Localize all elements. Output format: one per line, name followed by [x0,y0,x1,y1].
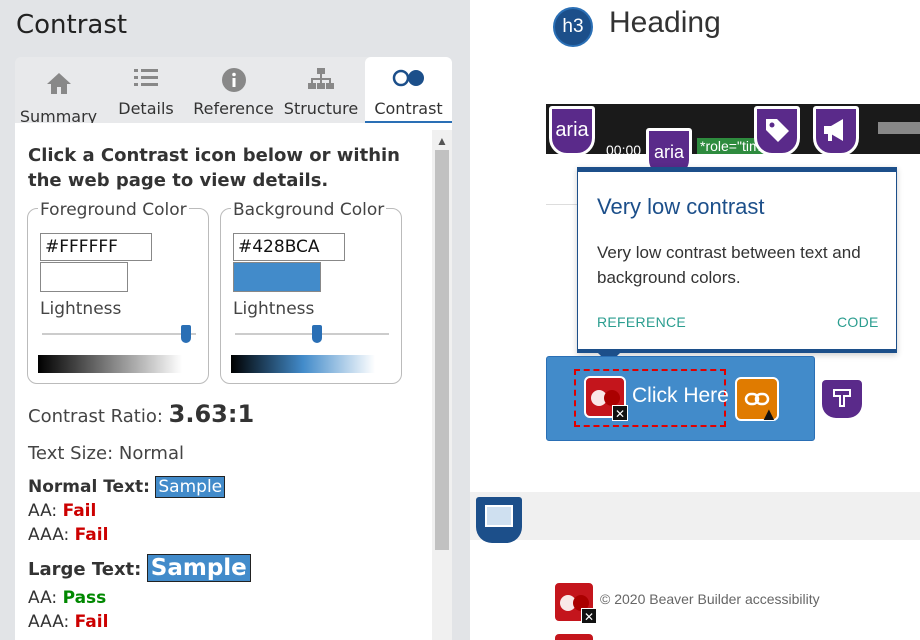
megaphone-badge-icon[interactable] [813,106,859,156]
copyright-text: © 2020 Beaver Builder accessibility [600,591,820,607]
background-swatch [233,262,321,292]
tab-label: Contrast [374,99,443,118]
tab-structure[interactable]: Structure [277,57,365,123]
text-size-label: Text Size: [28,443,114,464]
scroll-thumb[interactable] [435,150,449,550]
region-landmark-icon[interactable] [476,497,522,543]
accessibility-panel: Contrast Summary Details Reference Struc… [0,0,470,640]
contrast-error-icon[interactable] [553,632,595,640]
close-icon: ✕ [581,608,597,624]
text-size: Text Size: Normal [28,443,184,464]
aaa-label: AAA: [28,612,70,632]
large-aaa-result: Fail [74,612,109,632]
close-icon: ✕ [612,405,628,421]
landmark-inner [485,505,513,527]
foreground-swatch [40,262,128,292]
foreground-lightness-label: Lightness [40,299,122,319]
normal-aaa-row: AAA: Fail [28,525,108,545]
contrast-dot [604,390,620,406]
contrast-ratio: Contrast Ratio: 3.63:1 [28,400,254,428]
tooltip-body: Very low contrast between text and backg… [597,243,861,287]
aa-label: AA: [28,501,58,521]
tab-summary[interactable]: Summary [15,57,102,126]
foreground-color-box: Foreground Color #FFFFFF Lightness [27,200,209,384]
contrast-icon [392,69,426,91]
background-legend: Background Color [231,200,387,220]
foreground-lightness-gradient [38,355,182,373]
tag-badge-icon[interactable] [754,106,800,156]
scroll-up-arrow-icon[interactable]: ▲ [432,130,452,150]
contrast-ratio-value: 3.63:1 [168,400,255,428]
foreground-lightness-thumb[interactable] [181,325,191,343]
tab-details[interactable]: Details [102,57,190,123]
normal-aa-row: AA: Fail [28,501,96,521]
tooltip-title: Very low contrast [597,194,765,219]
large-text-row: Large Text: Sample [28,554,251,582]
warning-icon: ▲ [760,404,778,424]
tab-bar: Summary Details Reference Structure Cont… [15,57,452,126]
region-badge-icon[interactable] [822,380,862,418]
normal-text-row: Normal Text: Sample [28,476,226,498]
background-hex-input[interactable]: #428BCA [233,233,345,261]
tab-label: Structure [283,99,359,118]
aaa-label: AAA: [28,525,70,545]
page-heading: Heading [609,6,721,39]
normal-aaa-result: Fail [74,525,109,545]
normal-aa-result: Fail [62,501,97,521]
normal-text-label: Normal Text: [28,477,150,497]
contrast-instructions: Click a Contrast icon below or within th… [28,145,400,191]
large-aa-result: Pass [62,588,107,608]
large-aaa-row: AAA: Fail [28,612,108,632]
background-color-box: Background Color #428BCA Lightness [220,200,402,384]
background-lightness-gradient [231,355,375,373]
tooltip-code-link[interactable]: CODE [837,314,879,330]
info-icon [221,67,247,97]
media-time: 00:00 [606,142,642,158]
aa-label: AA: [28,588,58,608]
home-icon [46,71,72,99]
foreground-legend: Foreground Color [38,200,189,220]
large-aa-row: AA: Pass [28,588,106,608]
contrast-ratio-label: Contrast Ratio: [28,406,163,427]
foreground-hex-input[interactable]: #FFFFFF [40,233,152,261]
tab-label: Reference [193,99,274,118]
progress-bar [878,122,920,134]
foreground-lightness-track[interactable] [42,333,196,335]
footer-band [470,492,920,540]
tab-label: Details [118,99,174,118]
contrast-tooltip: Very low contrast Very low contrast betw… [577,167,897,353]
background-lightness-thumb[interactable] [312,325,322,343]
panel-title: Contrast [16,10,128,40]
tooltip-reference-link[interactable]: REFERENCE [597,314,686,330]
text-size-value: Normal [118,443,185,464]
background-lightness-label: Lightness [233,299,315,319]
divider [546,204,578,205]
normal-text-sample: Sample [155,476,226,498]
tab-reference[interactable]: Reference [190,57,277,123]
tab-contrast[interactable]: Contrast [365,57,452,123]
button-label: Click Here [632,384,729,407]
large-text-label: Large Text: [28,559,142,580]
large-text-sample: Sample [146,554,251,582]
aria-badge-icon[interactable]: aria [549,106,595,156]
sitemap-icon [307,67,335,95]
panel-scrollbar[interactable]: ▲ [432,130,452,640]
h3-badge-icon[interactable]: h3 [553,7,593,47]
list-icon [133,67,159,93]
